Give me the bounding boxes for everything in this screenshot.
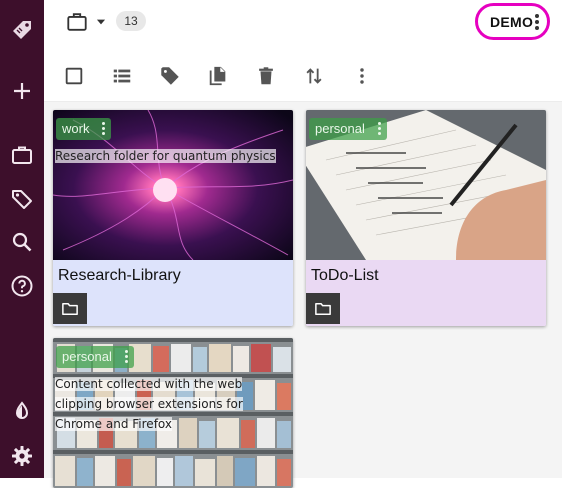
add-button[interactable] (0, 73, 44, 109)
folder-card-research[interactable]: work Research folder for quantum physics… (53, 110, 293, 326)
folder-description: Research folder for quantum physics (55, 149, 276, 163)
help-icon (11, 275, 33, 297)
plus-icon (14, 83, 30, 99)
search-icon (12, 232, 32, 252)
list-view-button[interactable] (108, 62, 136, 90)
folder-title: Research-Library (58, 267, 181, 284)
sort-button[interactable] (300, 62, 328, 90)
user-menu-button[interactable]: DEMO (475, 3, 550, 40)
list-view-icon (113, 69, 131, 83)
briefcase-icon (12, 146, 32, 164)
delete-icon (259, 67, 273, 85)
toolbar (44, 56, 562, 96)
folder-icon[interactable] (53, 293, 87, 324)
theme-icon (15, 401, 29, 419)
tag-label: personal (62, 349, 112, 364)
settings-icon (12, 446, 32, 466)
top-bar: 13 DEMO (44, 0, 562, 44)
card-footer: Research-Library (53, 260, 293, 326)
more-vert-icon (535, 14, 539, 30)
select-all-checkbox[interactable] (60, 62, 88, 90)
copy-icon (209, 66, 226, 86)
app-logo-icon[interactable] (0, 12, 44, 48)
folder-title: ToDo-List (311, 267, 379, 284)
more-options-button[interactable] (348, 62, 376, 90)
folder-icon[interactable] (306, 293, 340, 324)
tag-selected-button[interactable] (156, 62, 184, 90)
tag-icon (12, 190, 32, 209)
locations-button[interactable] (0, 137, 44, 173)
tag-menu-icon[interactable] (124, 350, 129, 364)
user-label: DEMO (490, 14, 534, 30)
tag-chip[interactable]: work (56, 118, 112, 140)
theme-toggle-button[interactable] (0, 394, 44, 430)
file-grid: work Research folder for quantum physics… (44, 102, 562, 488)
folder-thumbnail: work Research folder for quantum physics (53, 110, 293, 260)
more-vert-icon (360, 68, 364, 84)
tag-chip[interactable]: personal (309, 118, 387, 140)
tag-icon (161, 67, 179, 85)
help-button[interactable] (0, 268, 44, 304)
tags-button[interactable] (0, 181, 44, 217)
settings-button[interactable] (0, 438, 44, 474)
card-footer: ToDo-List (306, 260, 546, 326)
tag-label: personal (315, 121, 365, 136)
folder-card-todo[interactable]: personal ToDo-List (306, 110, 546, 326)
search-button[interactable] (0, 224, 44, 260)
briefcase-icon (67, 13, 87, 31)
tag-chip[interactable]: personal (56, 346, 134, 368)
delete-button[interactable] (252, 62, 280, 90)
tag-menu-icon[interactable] (102, 122, 106, 136)
folder-description: Content collected with the web clipping … (55, 377, 243, 431)
sort-icon (306, 68, 322, 84)
sidebar (0, 0, 44, 478)
folder-card-clippings[interactable]: personal Content collected with the web … (53, 338, 293, 488)
folder-thumbnail: personal (306, 110, 546, 260)
item-count-badge: 13 (116, 11, 146, 31)
tag-label: work (62, 121, 90, 136)
caret-down-icon (96, 19, 106, 25)
copy-button[interactable] (204, 62, 232, 90)
folder-thumbnail: personal Content collected with the web … (53, 338, 293, 488)
location-switcher[interactable] (66, 10, 108, 34)
tag-menu-icon[interactable] (377, 122, 382, 136)
